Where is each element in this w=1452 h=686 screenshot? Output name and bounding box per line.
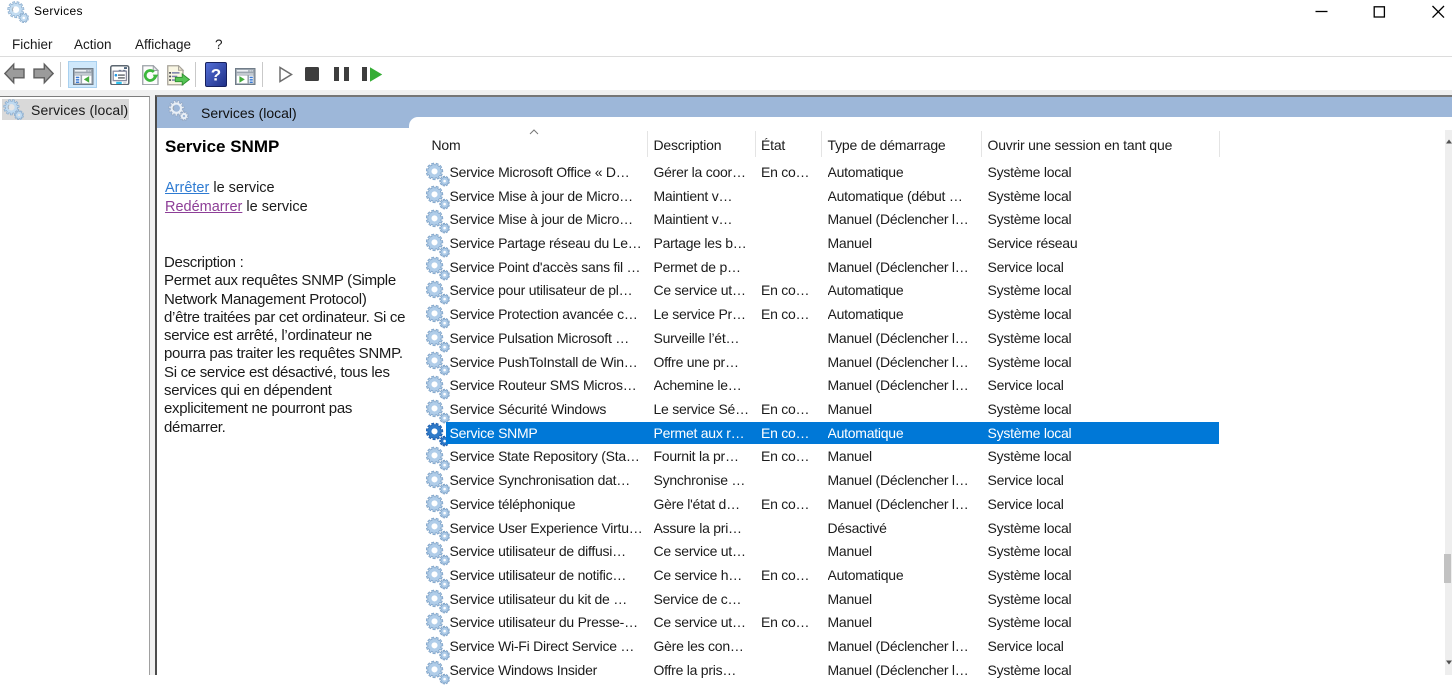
svg-text:?: ? [211,66,221,85]
